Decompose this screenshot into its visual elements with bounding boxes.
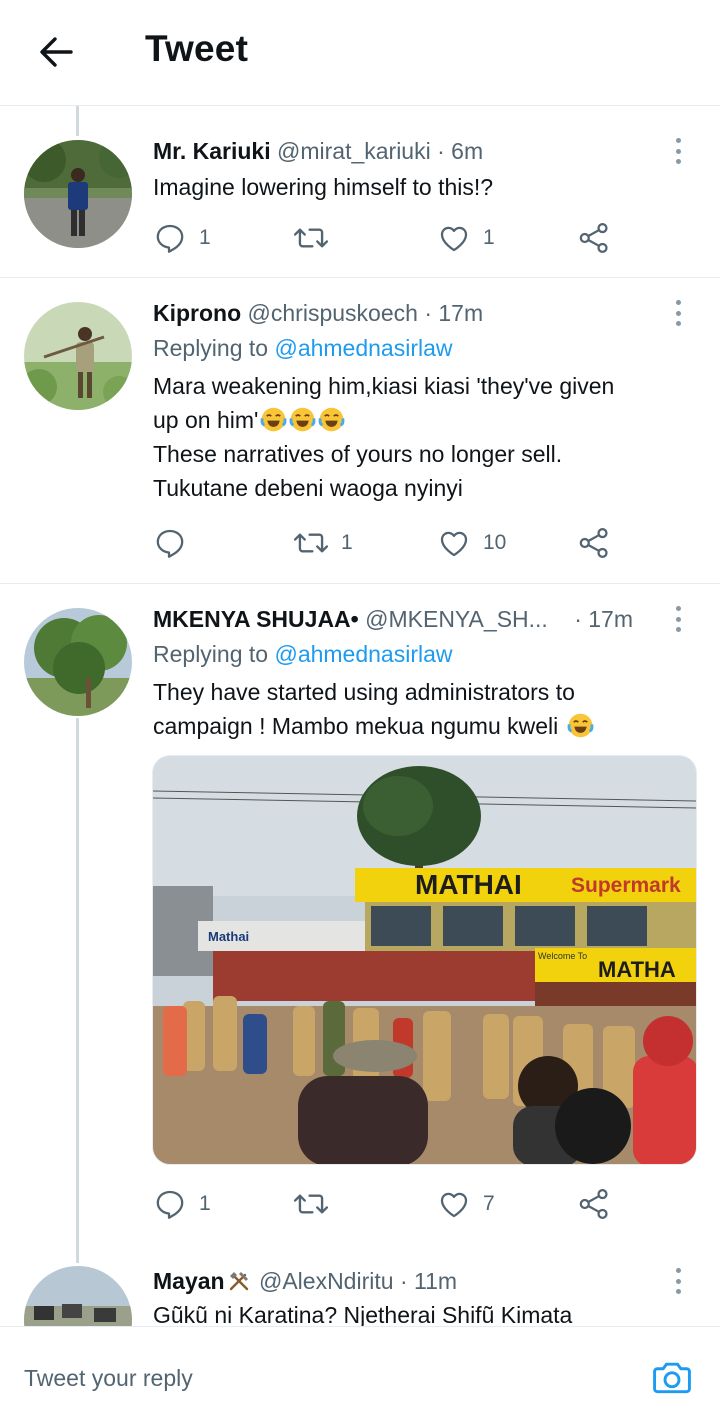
reply-input[interactable]: Tweet your reply: [24, 1365, 193, 1392]
photo-sign-small: Mathai: [208, 929, 249, 944]
like-count: 1: [483, 226, 495, 249]
tweet[interactable]: Mayan @AlexNdiritu · 11m Gũkũ ni Karatin…: [0, 1252, 720, 1326]
tweet[interactable]: Mr. Kariuki @mirat_kariuki · 6m Imagine …: [0, 106, 720, 278]
avatar[interactable]: [24, 608, 132, 716]
retweet-button[interactable]: [293, 218, 341, 258]
photo-welcome-text: Welcome To: [538, 951, 587, 961]
share-icon: [579, 527, 608, 559]
like-button[interactable]: 1: [437, 218, 495, 258]
mention-link[interactable]: @ahmednasirlaw: [274, 641, 452, 667]
tweet-time: · 17m: [424, 300, 484, 326]
like-button[interactable]: 7: [437, 1184, 495, 1224]
replying-to: Replying to @ahmednasirlaw: [153, 335, 453, 361]
author-handle[interactable]: @MKENYA_SH...: [365, 606, 548, 632]
camera-icon: [653, 1362, 691, 1394]
reply-count: 1: [199, 226, 211, 249]
tweet-time: · 6m: [437, 138, 484, 164]
author-handle[interactable]: @chrispuskoech: [248, 300, 418, 326]
tears-of-joy-emoji-icon: [260, 407, 287, 432]
avatar[interactable]: [24, 1266, 132, 1326]
tweet-time: · 17m: [574, 606, 633, 632]
mention-link[interactable]: @ahmednasirlaw: [274, 335, 452, 361]
author-handle[interactable]: @AlexNdiritu: [259, 1268, 394, 1294]
share-icon: [579, 1188, 608, 1220]
hammer-pick-icon: [229, 1272, 248, 1291]
author-name[interactable]: Mr. Kariuki: [153, 138, 271, 164]
share-icon: [579, 222, 608, 254]
photo-sign-sub: Supermark: [571, 874, 681, 897]
avatar[interactable]: [24, 140, 132, 248]
more-options-button[interactable]: [668, 298, 688, 328]
share-button[interactable]: [577, 218, 611, 258]
author-name[interactable]: MKENYA SHUJAA•: [153, 606, 359, 632]
author-name[interactable]: Mayan: [153, 1268, 225, 1294]
heart-icon: [440, 1192, 468, 1218]
like-count: 7: [483, 1192, 495, 1215]
reply-icon: [156, 1190, 184, 1219]
tweet-text: They have started using administrators t…: [153, 675, 696, 743]
heart-icon: [440, 531, 468, 557]
retweet-icon: [293, 1194, 329, 1214]
tweet-time: · 11m: [399, 1268, 458, 1294]
reply-button[interactable]: [153, 523, 199, 563]
like-count: 10: [483, 531, 507, 554]
back-button[interactable]: [34, 30, 78, 74]
retweet-button[interactable]: 1: [293, 523, 353, 563]
reply-button[interactable]: 1: [153, 1184, 211, 1224]
reply-icon: [156, 529, 184, 558]
retweet-icon: [293, 228, 329, 248]
tears-of-joy-emoji-icon: [289, 407, 316, 432]
tweet[interactable]: Kiprono @chrispuskoech · 17m Replying to…: [0, 278, 720, 584]
share-button[interactable]: [577, 1184, 611, 1224]
tears-of-joy-emoji-icon: [567, 713, 594, 738]
tweet-text: Gũkũ ni Karatina? Njetherai Shifũ Kimata: [153, 1302, 573, 1326]
reply-icon: [156, 224, 184, 253]
more-options-button[interactable]: [668, 1266, 688, 1296]
reply-button[interactable]: 1: [153, 218, 211, 258]
camera-button[interactable]: [650, 1355, 694, 1399]
tweet-photo[interactable]: Mathai MATHAI Supermark Welcome To MATHA: [152, 755, 697, 1165]
retweet-button[interactable]: [293, 1184, 341, 1224]
tweet-text: Imagine lowering himself to this!?: [153, 174, 494, 200]
heart-icon: [440, 226, 468, 252]
reply-composer: Tweet your reply: [0, 1326, 720, 1414]
photo-sign-second: MATHA: [598, 957, 676, 982]
more-options-button[interactable]: [668, 136, 688, 166]
arrow-left-icon: [40, 37, 73, 67]
more-options-button[interactable]: [668, 604, 688, 634]
top-bar: Tweet: [0, 0, 720, 106]
reply-count: 1: [199, 1192, 211, 1215]
avatar[interactable]: [24, 302, 132, 410]
author-name[interactable]: Kiprono: [153, 300, 241, 326]
replying-to: Replying to @ahmednasirlaw: [153, 641, 453, 667]
retweet-icon: [293, 533, 329, 553]
tweet-text: Mara weakening him,kiasi kiasi 'they've …: [153, 373, 615, 501]
page-title: Tweet: [145, 28, 249, 69]
tears-of-joy-emoji-icon: [318, 407, 345, 432]
like-button[interactable]: 10: [437, 523, 506, 563]
share-button[interactable]: [577, 523, 611, 563]
photo-sign-main: MATHAI: [415, 869, 522, 900]
author-handle[interactable]: @mirat_kariuki: [277, 138, 431, 164]
retweet-count: 1: [341, 531, 353, 554]
